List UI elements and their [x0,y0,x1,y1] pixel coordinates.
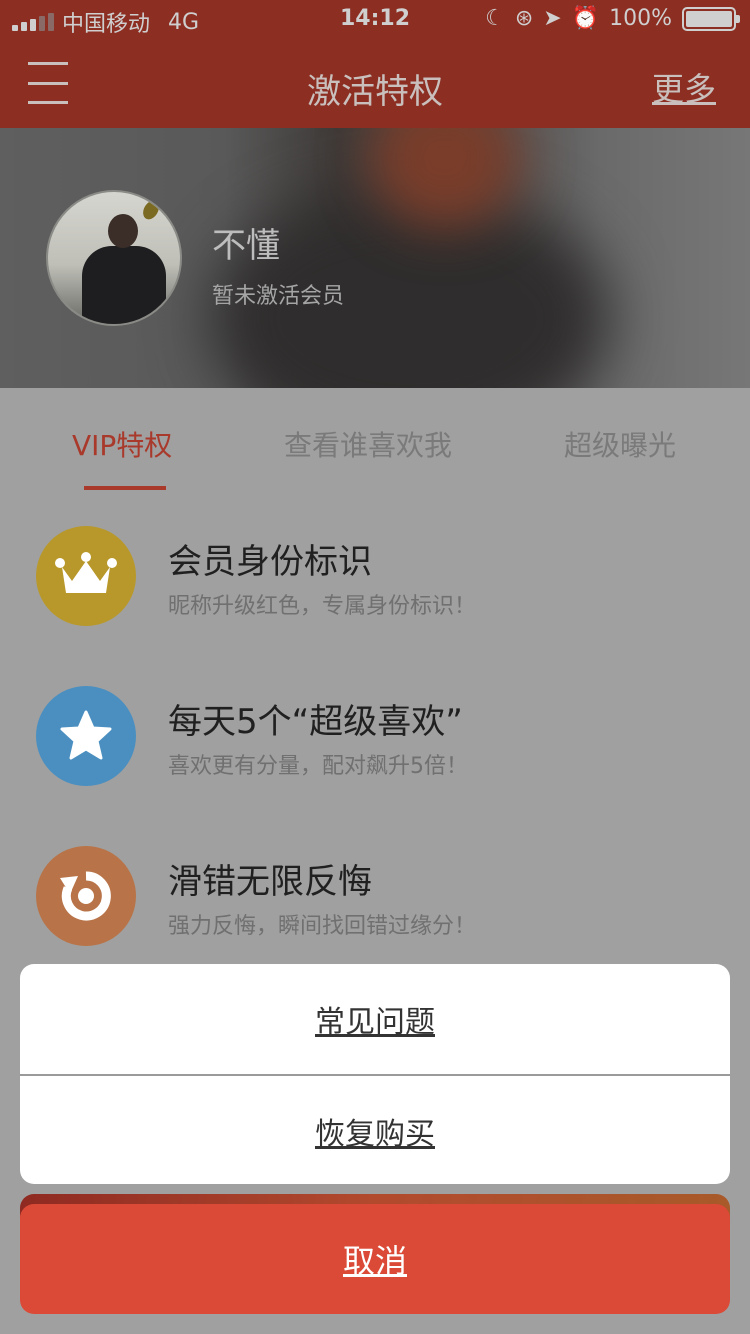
action-sheet: 常见问题 恢复购买 [20,964,730,1184]
profile-header: 不懂 暂未激活会员 [0,128,750,388]
avatar[interactable] [46,190,182,326]
restore-purchase-button[interactable]: 恢复购买 [20,1076,730,1184]
status-bar: 中国移动 4G 14:12 ☾ ⊛ ➤ ⏰ 100% [0,0,750,40]
star-icon [36,686,136,786]
more-button[interactable]: 更多 [652,64,716,110]
feature-item: 每天5个“超级喜欢” 喜欢更有分量，配对飙升5倍！ [0,686,750,786]
tab-vip-privileges[interactable]: VIP特权 [72,424,172,464]
battery-icon [682,6,740,31]
feature-item: 滑错无限反悔 强力反悔，瞬间找回错过缘分！ [0,846,750,946]
alarm-icon: ⏰ [571,6,600,31]
faq-button[interactable]: 常见问题 [20,964,730,1074]
feature-title: 滑错无限反悔 [168,862,372,902]
user-name: 不懂 [212,226,280,266]
rotation-lock-icon: ⊛ [514,6,534,31]
page-title: 激活特权 [307,72,443,112]
feature-title: 每天5个“超级喜欢” [168,702,463,742]
feature-description: 强力反悔，瞬间找回错过缘分！ [168,914,477,939]
crown-icon [36,526,136,626]
location-icon: ➤ [543,6,562,31]
tab-super-exposure[interactable]: 超级曝光 [564,424,676,464]
undo-icon [36,846,136,946]
tab-indicator [84,486,166,490]
nav-bar: 激活特权 更多 [0,40,750,128]
cancel-button[interactable]: 取消 [20,1204,730,1314]
moon-icon: ☾ [485,6,505,31]
membership-status: 暂未激活会员 [212,284,345,309]
feature-item: 会员身份标识 昵称升级红色，专属身份标识！ [0,526,750,626]
feature-title: 会员身份标识 [168,542,372,582]
tab-bar: VIP特权 查看谁喜欢我 超级曝光 [0,388,750,498]
battery-percent: 100% [609,6,672,31]
feature-description: 昵称升级红色，专属身份标识！ [168,594,477,619]
tab-who-likes-me[interactable]: 查看谁喜欢我 [284,424,452,464]
feature-description: 喜欢更有分量，配对飙升5倍！ [168,754,468,779]
